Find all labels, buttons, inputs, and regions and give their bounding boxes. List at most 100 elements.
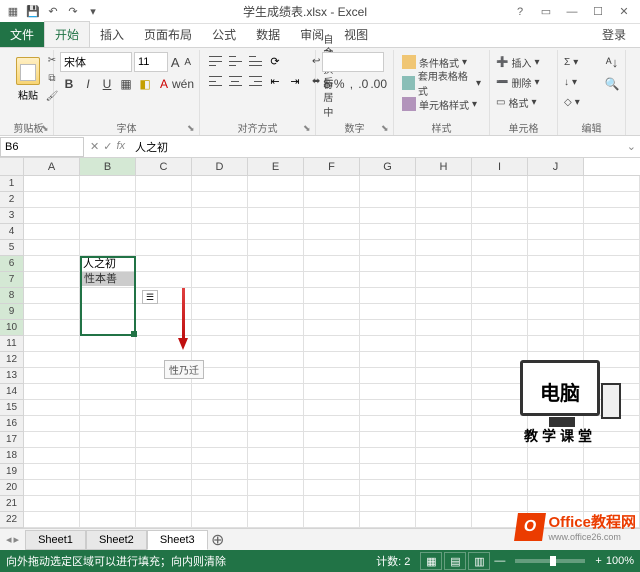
row-header-4[interactable]: 4 — [0, 224, 24, 240]
cell[interactable] — [528, 208, 584, 224]
increase-decimal-icon[interactable]: .0 — [358, 74, 368, 94]
cell[interactable] — [584, 304, 640, 320]
cell[interactable] — [416, 320, 472, 336]
cell[interactable] — [192, 304, 248, 320]
font-launcher-icon[interactable]: ⬊ — [187, 123, 197, 133]
cell[interactable] — [584, 224, 640, 240]
cell[interactable] — [24, 320, 80, 336]
cell[interactable] — [192, 384, 248, 400]
cell[interactable] — [80, 400, 136, 416]
cell[interactable] — [24, 208, 80, 224]
cell[interactable] — [304, 512, 360, 528]
cell[interactable] — [584, 256, 640, 272]
name-box[interactable] — [0, 137, 84, 157]
zoom-in-icon[interactable]: + — [591, 555, 605, 567]
cell[interactable] — [80, 496, 136, 512]
cell[interactable] — [248, 448, 304, 464]
cell[interactable] — [80, 384, 136, 400]
row-header-15[interactable]: 15 — [0, 400, 24, 416]
cell[interactable] — [360, 464, 416, 480]
cell[interactable] — [80, 448, 136, 464]
cell[interactable] — [304, 432, 360, 448]
cell[interactable] — [24, 272, 80, 288]
cell[interactable] — [416, 224, 472, 240]
col-header-h[interactable]: H — [416, 158, 472, 175]
cell[interactable] — [416, 480, 472, 496]
cell[interactable] — [472, 192, 528, 208]
tab-data[interactable]: 数据 — [246, 22, 290, 47]
zoom-level[interactable]: 100% — [606, 555, 634, 567]
cell[interactable] — [472, 224, 528, 240]
tab-file[interactable]: 文件 — [0, 22, 44, 47]
cell[interactable] — [304, 496, 360, 512]
formula-bar[interactable] — [131, 137, 623, 157]
cell[interactable] — [136, 448, 192, 464]
number-format-select[interactable] — [322, 52, 384, 72]
cell[interactable] — [472, 480, 528, 496]
cell[interactable] — [360, 352, 416, 368]
cell[interactable] — [304, 336, 360, 352]
orientation-icon[interactable]: ⟳ — [266, 52, 284, 70]
cell[interactable] — [136, 416, 192, 432]
cell[interactable] — [80, 192, 136, 208]
save-icon[interactable]: 💾 — [24, 3, 42, 21]
cell[interactable] — [304, 240, 360, 256]
cell[interactable] — [24, 480, 80, 496]
decrease-decimal-icon[interactable]: .00 — [370, 74, 387, 94]
cell[interactable] — [360, 432, 416, 448]
cell[interactable] — [304, 192, 360, 208]
sheet-tab-1[interactable]: Sheet1 — [25, 530, 86, 550]
cell[interactable] — [416, 304, 472, 320]
cell[interactable] — [136, 384, 192, 400]
row-header-9[interactable]: 9 — [0, 304, 24, 320]
font-size-select[interactable] — [134, 52, 168, 72]
cell[interactable] — [192, 224, 248, 240]
row-header-3[interactable]: 3 — [0, 208, 24, 224]
cell[interactable] — [528, 192, 584, 208]
cell[interactable] — [360, 480, 416, 496]
cell[interactable] — [24, 512, 80, 528]
insert-cells-button[interactable]: ➕插入▾ — [496, 52, 551, 72]
cell[interactable] — [360, 208, 416, 224]
align-top-icon[interactable] — [206, 52, 224, 70]
align-left-icon[interactable] — [206, 72, 224, 90]
cell[interactable] — [248, 512, 304, 528]
cell[interactable] — [472, 176, 528, 192]
cell[interactable] — [528, 512, 584, 528]
paste-button[interactable]: 粘贴 — [10, 52, 46, 106]
cell-styles-button[interactable]: 单元格样式▾ — [400, 94, 483, 114]
cell[interactable] — [472, 336, 528, 352]
number-launcher-icon[interactable]: ⬊ — [381, 123, 391, 133]
col-header-i[interactable]: I — [472, 158, 528, 175]
increase-indent-icon[interactable]: ⇥ — [286, 72, 304, 90]
cell[interactable] — [360, 256, 416, 272]
cell[interactable] — [248, 464, 304, 480]
cell[interactable] — [528, 304, 584, 320]
cell[interactable] — [248, 480, 304, 496]
cell[interactable] — [416, 448, 472, 464]
cell[interactable] — [192, 336, 248, 352]
cell[interactable] — [248, 400, 304, 416]
cell[interactable] — [304, 272, 360, 288]
cell[interactable] — [416, 352, 472, 368]
cancel-formula-icon[interactable]: ✕ — [90, 140, 99, 153]
cell[interactable] — [80, 240, 136, 256]
cell[interactable] — [472, 464, 528, 480]
row-header-14[interactable]: 14 — [0, 384, 24, 400]
cell[interactable] — [304, 352, 360, 368]
cell[interactable] — [528, 496, 584, 512]
row-header-18[interactable]: 18 — [0, 448, 24, 464]
cell[interactable] — [80, 464, 136, 480]
cell[interactable] — [304, 256, 360, 272]
row-header-19[interactable]: 19 — [0, 464, 24, 480]
grow-font-icon[interactable]: A — [170, 52, 181, 72]
tab-insert[interactable]: 插入 — [90, 22, 134, 47]
align-right-icon[interactable] — [246, 72, 264, 90]
cell[interactable] — [80, 320, 136, 336]
cell[interactable] — [584, 176, 640, 192]
cell[interactable] — [360, 320, 416, 336]
cell[interactable] — [584, 496, 640, 512]
cell[interactable] — [136, 224, 192, 240]
format-as-table-button[interactable]: 套用表格格式▾ — [400, 73, 483, 93]
row-header-10[interactable]: 10 — [0, 320, 24, 336]
